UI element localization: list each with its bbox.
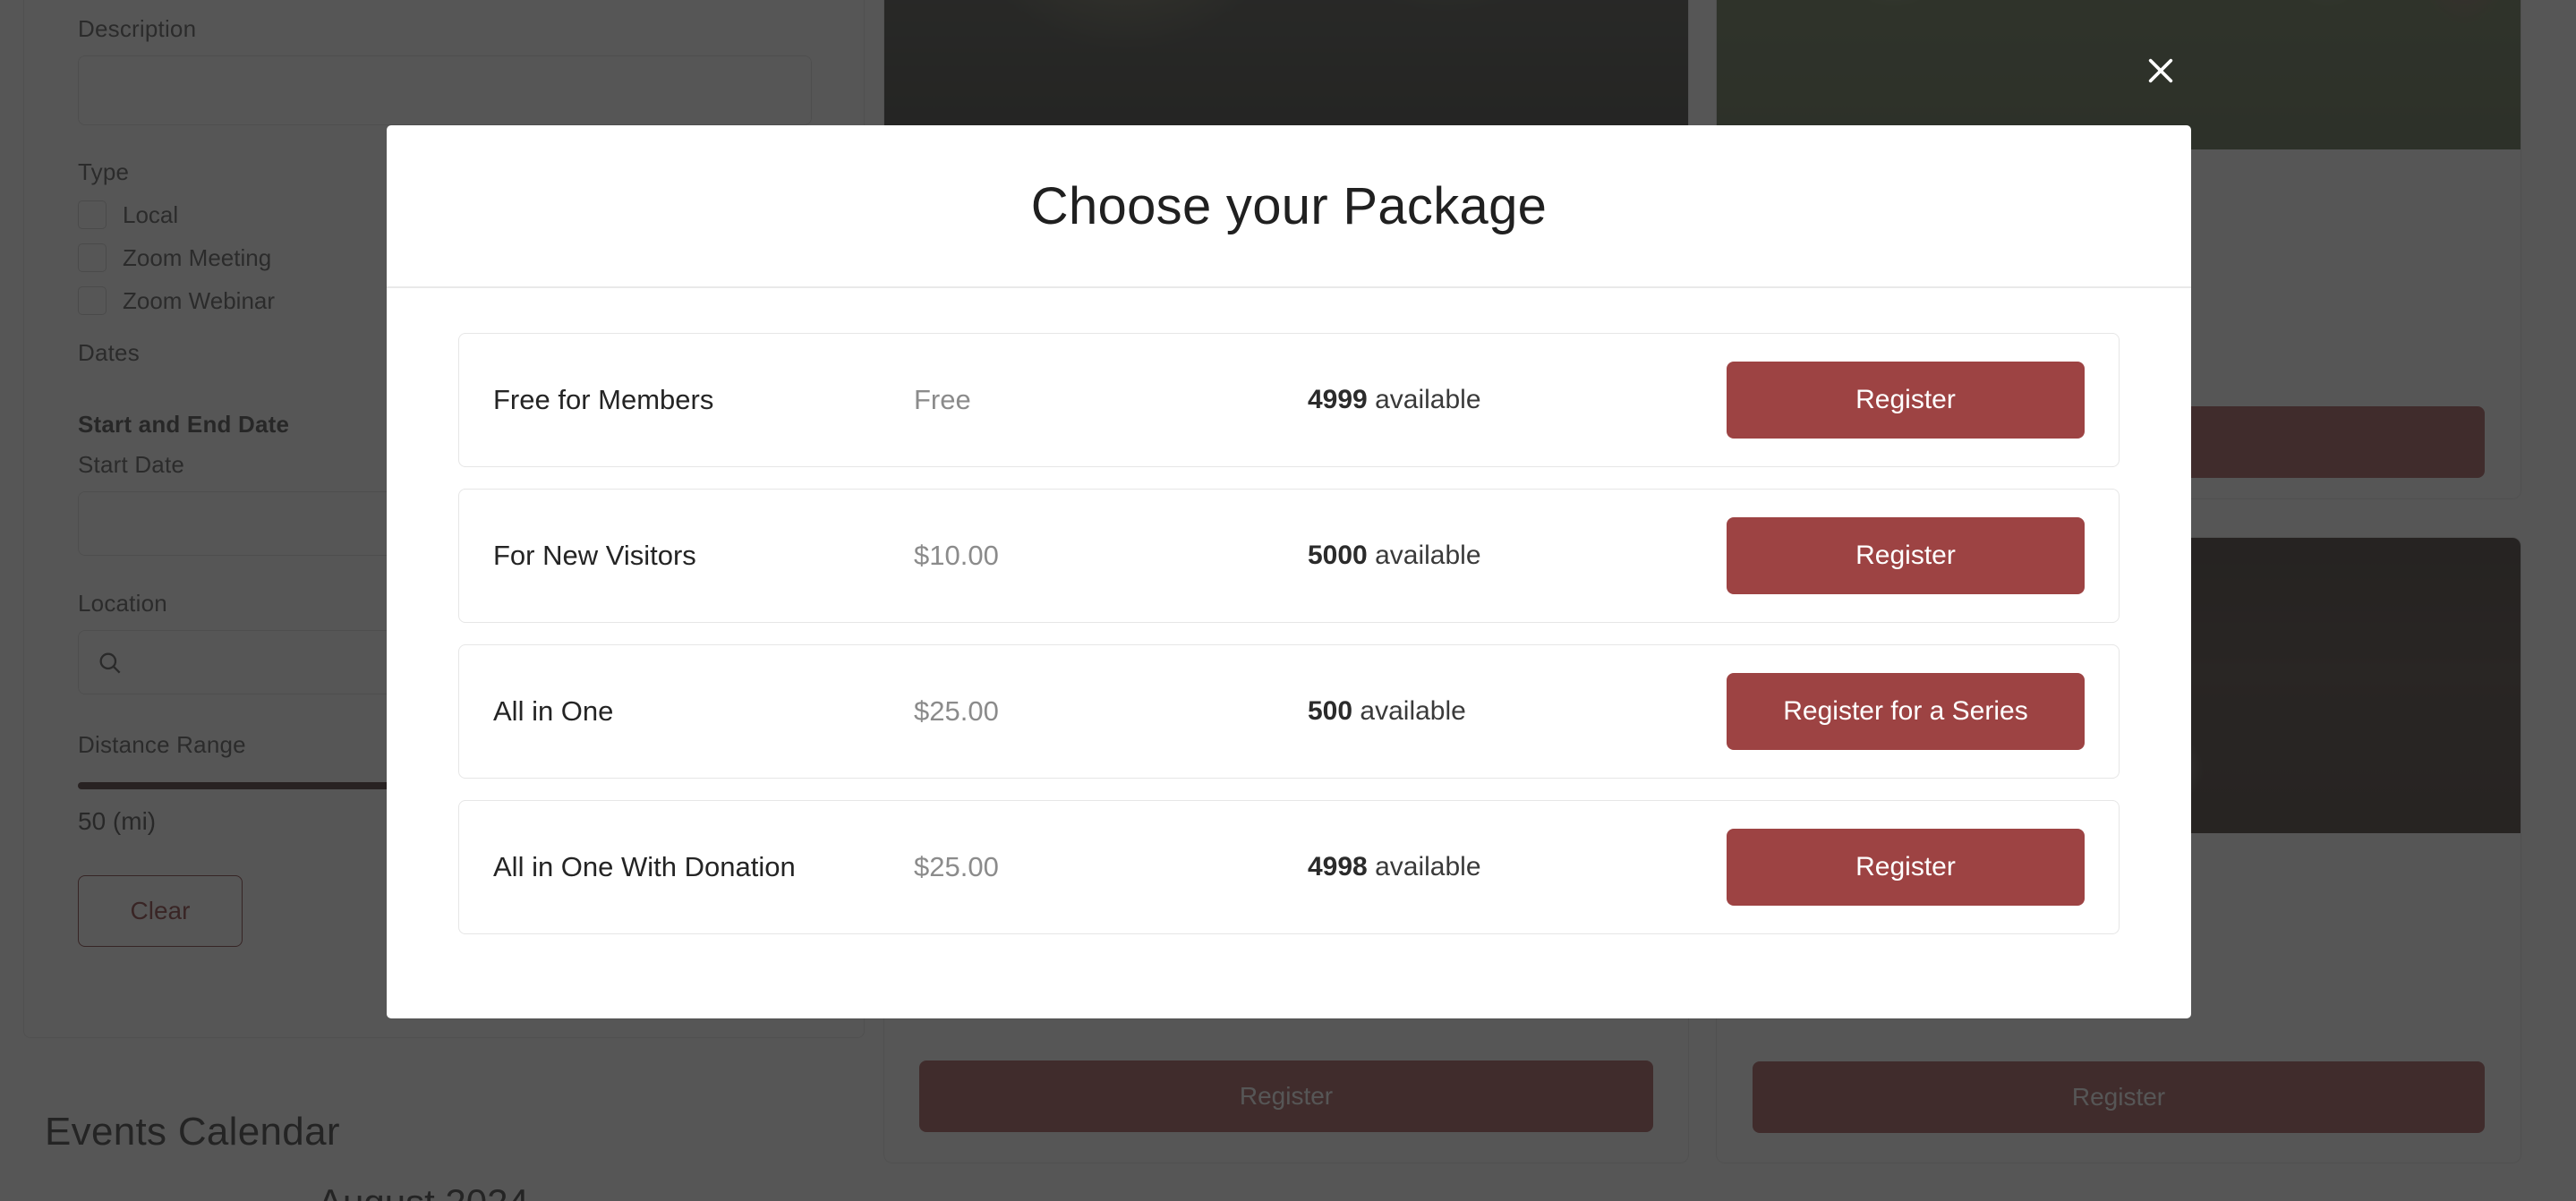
available-suffix: available	[1375, 385, 1481, 414]
package-availability: 4998 available	[1308, 852, 1727, 882]
package-list: Free for Members Free 4999 available Reg…	[387, 288, 2191, 1018]
package-name: For New Visitors	[493, 540, 696, 571]
package-available-count: 500	[1308, 696, 1353, 726]
package-row[interactable]: Free for Members Free 4999 available Reg…	[458, 333, 2120, 467]
package-register-button[interactable]: Register	[1727, 517, 2085, 594]
choose-package-modal: Choose your Package Free for Members Fre…	[387, 125, 2191, 1018]
close-icon[interactable]	[2142, 52, 2179, 89]
package-row[interactable]: All in One With Donation $25.00 4998 ava…	[458, 800, 2120, 934]
package-available-count: 4998	[1308, 852, 1368, 882]
package-name: Free for Members	[493, 384, 714, 415]
app-root: Description Type Local Zoom Meeting Zoom…	[0, 0, 2576, 1201]
package-name: All in One With Donation	[493, 851, 796, 882]
package-register-button[interactable]: Register for a Series	[1727, 673, 2085, 750]
package-available-count: 5000	[1308, 541, 1368, 570]
available-suffix: available	[1375, 541, 1481, 570]
available-suffix: available	[1375, 852, 1481, 882]
package-available-count: 4999	[1308, 385, 1368, 414]
package-name: All in One	[493, 695, 614, 727]
modal-header: Choose your Package	[387, 125, 2191, 288]
package-row[interactable]: For New Visitors $10.00 5000 available R…	[458, 489, 2120, 623]
package-price: Free	[914, 384, 971, 415]
package-availability: 500 available	[1308, 696, 1727, 727]
package-price: $25.00	[914, 695, 999, 727]
modal-title: Choose your Package	[1030, 176, 1548, 235]
package-row[interactable]: All in One $25.00 500 available Register…	[458, 644, 2120, 779]
package-price: $25.00	[914, 851, 999, 882]
package-register-button[interactable]: Register	[1727, 829, 2085, 906]
available-suffix: available	[1360, 696, 1466, 726]
package-availability: 4999 available	[1308, 385, 1727, 415]
package-price: $10.00	[914, 540, 999, 571]
package-register-button[interactable]: Register	[1727, 362, 2085, 439]
package-availability: 5000 available	[1308, 541, 1727, 571]
